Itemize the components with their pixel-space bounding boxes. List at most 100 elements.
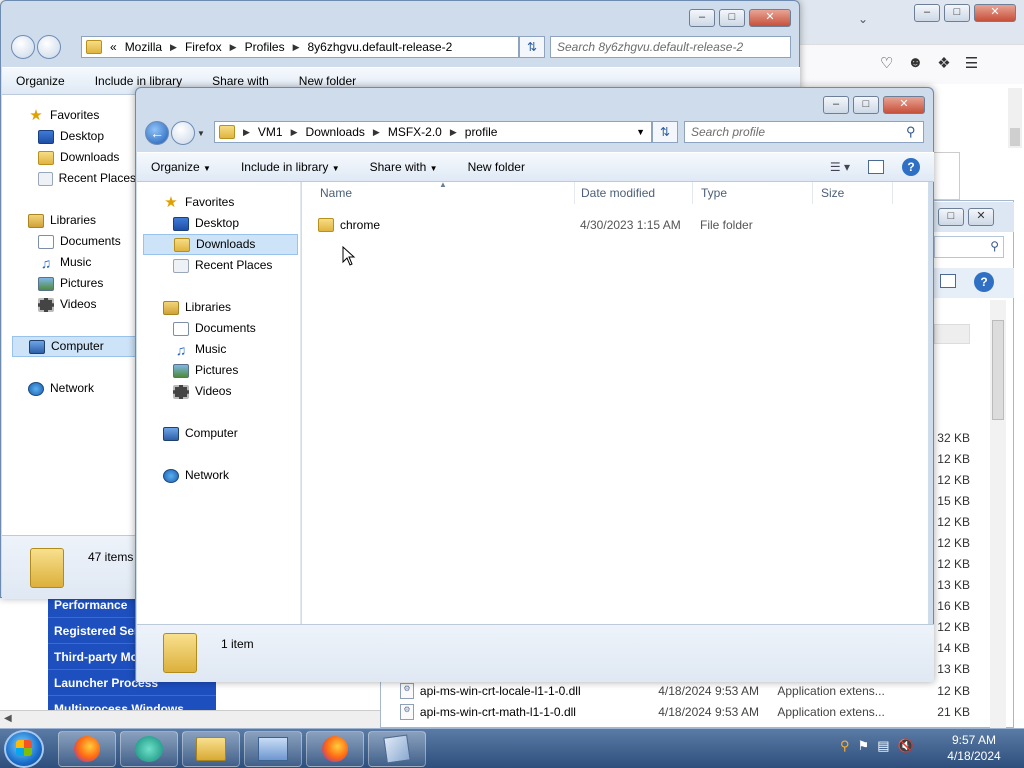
nav-item-desktop[interactable]: Desktop: [28, 126, 136, 147]
clock[interactable]: 9:57 AM 4/18/2024: [942, 732, 1006, 764]
nav-item-documents[interactable]: Documents: [28, 231, 136, 252]
breadcrumb-item[interactable]: Downloads: [306, 125, 365, 139]
background-selected-row[interactable]: [934, 324, 970, 344]
scroll-thumb[interactable]: [1010, 128, 1020, 146]
preview-pane-icon[interactable]: [940, 274, 956, 288]
chevron-right-icon[interactable]: ▶: [293, 42, 300, 53]
close-button[interactable]: ✕: [883, 96, 925, 114]
breadcrumb-overflow[interactable]: «: [110, 40, 117, 54]
maximize-button[interactable]: □: [853, 96, 879, 114]
nav-item-downloads[interactable]: Downloads: [28, 147, 136, 168]
volume-muted-icon[interactable]: 🔇: [897, 738, 913, 754]
nav-item-music[interactable]: ♫ Music: [28, 252, 136, 273]
chevron-right-icon[interactable]: ▶: [291, 127, 298, 138]
refresh-icon[interactable]: ⇅: [519, 36, 545, 58]
nav-network[interactable]: Network: [163, 465, 300, 486]
help-icon[interactable]: ?: [902, 158, 920, 176]
include-in-library-button[interactable]: Include in library: [95, 74, 182, 88]
menu-icon[interactable]: ☰: [965, 54, 978, 72]
nav-computer[interactable]: Computer: [163, 423, 300, 444]
nav-item-desktop[interactable]: Desktop: [163, 213, 300, 234]
taskbar-notepad[interactable]: [368, 731, 426, 767]
browser-close-button[interactable]: ✕: [974, 4, 1016, 22]
table-row[interactable]: ⚙ api-ms-win-crt-math-l1-1-0.dll 4/18/20…: [400, 701, 970, 722]
bg-close-button[interactable]: ✕: [968, 208, 994, 226]
nav-item-videos[interactable]: Videos: [28, 294, 136, 315]
column-header-date-modified[interactable]: Date modified: [573, 182, 693, 204]
search-input[interactable]: Search profile: [684, 121, 924, 143]
view-options-icon[interactable]: ☰ ▾: [830, 160, 850, 174]
taskbar-control-panel[interactable]: [244, 731, 302, 767]
chevron-right-icon[interactable]: ▶: [230, 42, 237, 53]
include-in-library-button[interactable]: Include in library ▼: [241, 160, 340, 174]
breadcrumb-item[interactable]: Mozilla: [125, 40, 162, 54]
chevron-right-icon[interactable]: ▶: [243, 127, 250, 138]
breadcrumb-item[interactable]: MSFX-2.0: [388, 125, 442, 139]
nav-favorites[interactable]: ★ Favorites: [28, 105, 136, 126]
column-header-size[interactable]: Size: [813, 182, 893, 204]
minimize-button[interactable]: –: [823, 96, 849, 114]
preview-pane-icon[interactable]: [868, 160, 884, 174]
nav-network[interactable]: Network: [28, 378, 136, 399]
breadcrumb-item[interactable]: 8y6zhgvu.default-release-2: [308, 40, 453, 54]
nav-computer[interactable]: Computer: [12, 336, 136, 357]
background-scrollbar[interactable]: [990, 300, 1006, 728]
minimize-button[interactable]: –: [689, 9, 715, 27]
nav-item-downloads[interactable]: Downloads: [143, 234, 298, 255]
refresh-icon[interactable]: ⇅: [652, 121, 678, 143]
share-with-button[interactable]: Share with ▼: [370, 160, 438, 174]
extensions-icon[interactable]: ❖: [937, 54, 950, 72]
chevron-right-icon[interactable]: ▶: [450, 127, 457, 138]
taskbar-firefox-2[interactable]: [306, 731, 364, 767]
chevron-right-icon[interactable]: ▶: [373, 127, 380, 138]
horizontal-scrollbar[interactable]: ◀: [0, 710, 380, 728]
table-row[interactable]: chrome 4/30/2023 1:15 AM File folder: [318, 214, 898, 236]
browser-minimize-button[interactable]: –: [914, 4, 940, 22]
breadcrumb-item[interactable]: Firefox: [185, 40, 222, 54]
nav-item-videos[interactable]: Videos: [163, 381, 300, 402]
nav-item-music[interactable]: ♫ Music: [163, 339, 300, 360]
back-button[interactable]: ←: [145, 121, 169, 145]
organize-button[interactable]: Organize: [16, 74, 65, 88]
pocket-icon[interactable]: ♡: [880, 54, 893, 72]
back-button[interactable]: [11, 35, 35, 59]
nav-libraries[interactable]: Libraries: [28, 210, 136, 231]
new-folder-button[interactable]: New folder: [468, 160, 525, 174]
nav-item-documents[interactable]: Documents: [163, 318, 300, 339]
share-with-button[interactable]: Share with: [212, 74, 269, 88]
nav-item-recent-places[interactable]: Recent Places: [163, 255, 300, 276]
column-header-type[interactable]: Type: [693, 182, 813, 204]
close-button[interactable]: ✕: [749, 9, 791, 27]
new-folder-button[interactable]: New folder: [299, 74, 356, 88]
scroll-thumb[interactable]: [992, 320, 1004, 420]
background-search-box[interactable]: ⚲: [934, 236, 1004, 258]
flag-icon[interactable]: ⚑: [858, 738, 870, 754]
breadcrumb-item[interactable]: profile: [465, 125, 498, 139]
taskbar-explorer[interactable]: [182, 731, 240, 767]
bg-maximize-button[interactable]: □: [938, 208, 964, 226]
nav-item-pictures[interactable]: Pictures: [163, 360, 300, 381]
address-bar[interactable]: « Mozilla ▶ Firefox ▶ Profiles ▶ 8y6zhgvu.d…: [81, 36, 519, 58]
nav-libraries[interactable]: Libraries: [163, 297, 300, 318]
nav-item-recent-places[interactable]: Recent Places: [28, 168, 136, 189]
help-icon[interactable]: ?: [974, 272, 994, 292]
chevron-down-icon[interactable]: ⌄: [858, 12, 868, 26]
network-tray-icon[interactable]: ▤: [877, 738, 889, 754]
address-bar[interactable]: ▶ VM1 ▶ Downloads ▶ MSFX-2.0 ▶ profile ▼: [214, 121, 652, 143]
breadcrumb-item[interactable]: VM1: [258, 125, 283, 139]
maximize-button[interactable]: □: [719, 9, 745, 27]
nav-favorites[interactable]: ★ Favorites: [163, 192, 300, 213]
taskbar-skype[interactable]: [120, 731, 178, 767]
breadcrumb-item[interactable]: Profiles: [245, 40, 285, 54]
forward-button[interactable]: [37, 35, 61, 59]
chevron-right-icon[interactable]: ▶: [170, 42, 177, 53]
recent-pages-dropdown-icon[interactable]: ▼: [197, 129, 205, 138]
browser-scrollbar[interactable]: [1008, 88, 1022, 148]
scroll-left-icon[interactable]: ◀: [4, 713, 12, 724]
taskbar-firefox[interactable]: [58, 731, 116, 767]
browser-maximize-button[interactable]: □: [944, 4, 970, 22]
account-icon[interactable]: ☻: [907, 54, 923, 72]
nav-item-pictures[interactable]: Pictures: [28, 273, 136, 294]
forward-button[interactable]: [171, 121, 195, 145]
table-row[interactable]: ⚙ api-ms-win-crt-locale-l1-1-0.dll 4/18/…: [400, 680, 970, 701]
